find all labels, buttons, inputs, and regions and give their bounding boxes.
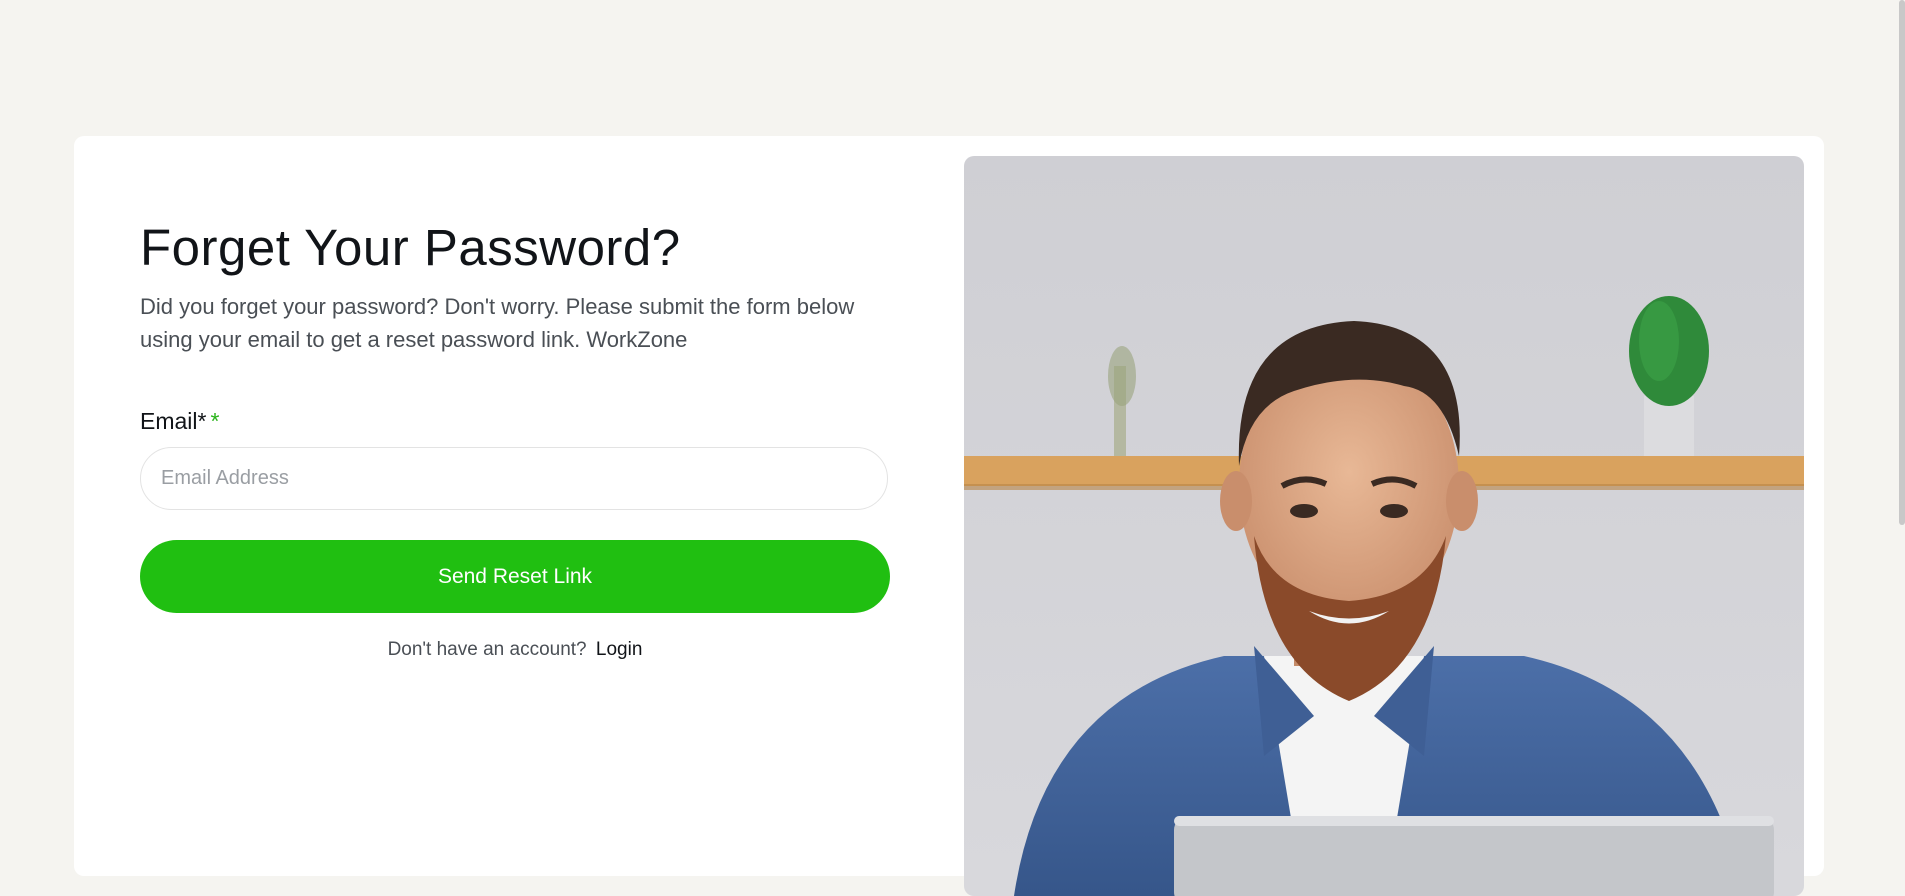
email-label-row: Email* * (140, 408, 890, 435)
required-asterisk: * (210, 408, 220, 434)
no-account-text: Don't have an account? (387, 639, 587, 660)
signup-prompt: Don't have an account? Login (140, 639, 890, 661)
login-link[interactable]: Login (596, 639, 643, 660)
forgot-password-card: Forget Your Password? Did you forget you… (74, 136, 1824, 896)
email-label: Email* (140, 408, 207, 434)
page-scrollbar[interactable] (1899, 0, 1905, 525)
send-reset-link-button[interactable]: Send Reset Link (140, 540, 890, 613)
page-subtitle: Did you forget your password? Don't worr… (140, 294, 855, 352)
smiling-man-photo-icon (964, 156, 1804, 896)
page-title: Forget Your Password? (140, 219, 681, 276)
email-input[interactable] (140, 447, 888, 510)
forgot-password-form: Forget Your Password? Did you forget you… (140, 216, 890, 661)
hero-photo (964, 156, 1804, 896)
